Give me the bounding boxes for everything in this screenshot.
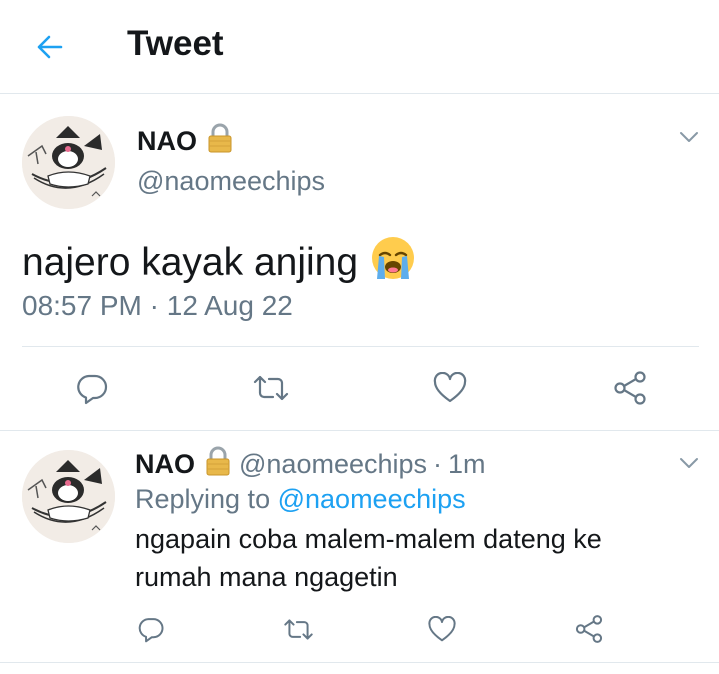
lock-icon bbox=[207, 123, 233, 160]
like-icon bbox=[428, 615, 456, 641]
author-row: NAO bbox=[137, 123, 233, 160]
retweet-icon bbox=[283, 618, 313, 640]
meta-separator: · bbox=[149, 290, 159, 321]
handle[interactable]: @naomeechips bbox=[239, 449, 427, 480]
page-title: Tweet bbox=[127, 24, 224, 63]
tweet-date: 12 Aug 22 bbox=[166, 290, 293, 321]
display-name[interactable]: NAO bbox=[137, 126, 197, 157]
divider bbox=[22, 346, 699, 347]
tweet-options-button[interactable] bbox=[678, 130, 700, 149]
share-icon bbox=[575, 615, 603, 643]
tweet-text: najero kayak anjing bbox=[22, 241, 359, 284]
top-bar: Tweet bbox=[0, 0, 719, 94]
replying-to-link[interactable]: @naomeechips bbox=[278, 484, 466, 514]
replying-to-label: Replying to bbox=[135, 484, 271, 514]
divider bbox=[0, 430, 719, 431]
meta-separator: · bbox=[433, 449, 443, 479]
reply-icon bbox=[138, 618, 164, 643]
reply-text: ngapain coba malem-malem dateng ke rumah… bbox=[135, 524, 602, 592]
chevron-down-icon bbox=[680, 132, 698, 142]
back-button[interactable] bbox=[32, 30, 66, 64]
loudly-crying-face-icon bbox=[370, 235, 416, 291]
retweet-button[interactable] bbox=[279, 612, 317, 646]
avatar[interactable] bbox=[22, 450, 115, 543]
tweet-time: 08:57 PM bbox=[22, 290, 142, 321]
retweet-icon bbox=[253, 375, 289, 401]
replying-to: Replying to @naomeechips bbox=[135, 484, 466, 515]
tweet-age: 1m bbox=[448, 449, 486, 479]
display-name[interactable]: NAO bbox=[135, 449, 195, 480]
lock-icon bbox=[205, 446, 231, 483]
like-icon bbox=[433, 372, 467, 403]
share-button[interactable] bbox=[572, 612, 606, 646]
avatar-illustration bbox=[22, 450, 115, 543]
tweet-text-row: najero kayak anjing bbox=[22, 235, 416, 291]
reply-icon bbox=[77, 374, 108, 405]
reply-author-row: NAO @naomeechips · 1m bbox=[135, 446, 486, 483]
tweet-timestamp: 08:57 PM · 12 Aug 22 bbox=[22, 290, 293, 322]
arrow-left-icon bbox=[37, 35, 63, 59]
handle[interactable]: @naomeechips bbox=[137, 166, 325, 197]
chevron-down-icon bbox=[680, 458, 698, 468]
like-button[interactable] bbox=[425, 612, 459, 646]
reply-button[interactable] bbox=[72, 368, 112, 408]
reply-button[interactable] bbox=[134, 612, 168, 646]
avatar[interactable] bbox=[22, 116, 115, 209]
divider bbox=[0, 662, 719, 663]
like-button[interactable] bbox=[430, 368, 470, 408]
avatar-illustration bbox=[22, 116, 115, 209]
retweet-button[interactable] bbox=[249, 368, 293, 408]
share-icon bbox=[614, 371, 646, 405]
tweet-options-button[interactable] bbox=[678, 456, 700, 475]
share-button[interactable] bbox=[610, 368, 650, 408]
